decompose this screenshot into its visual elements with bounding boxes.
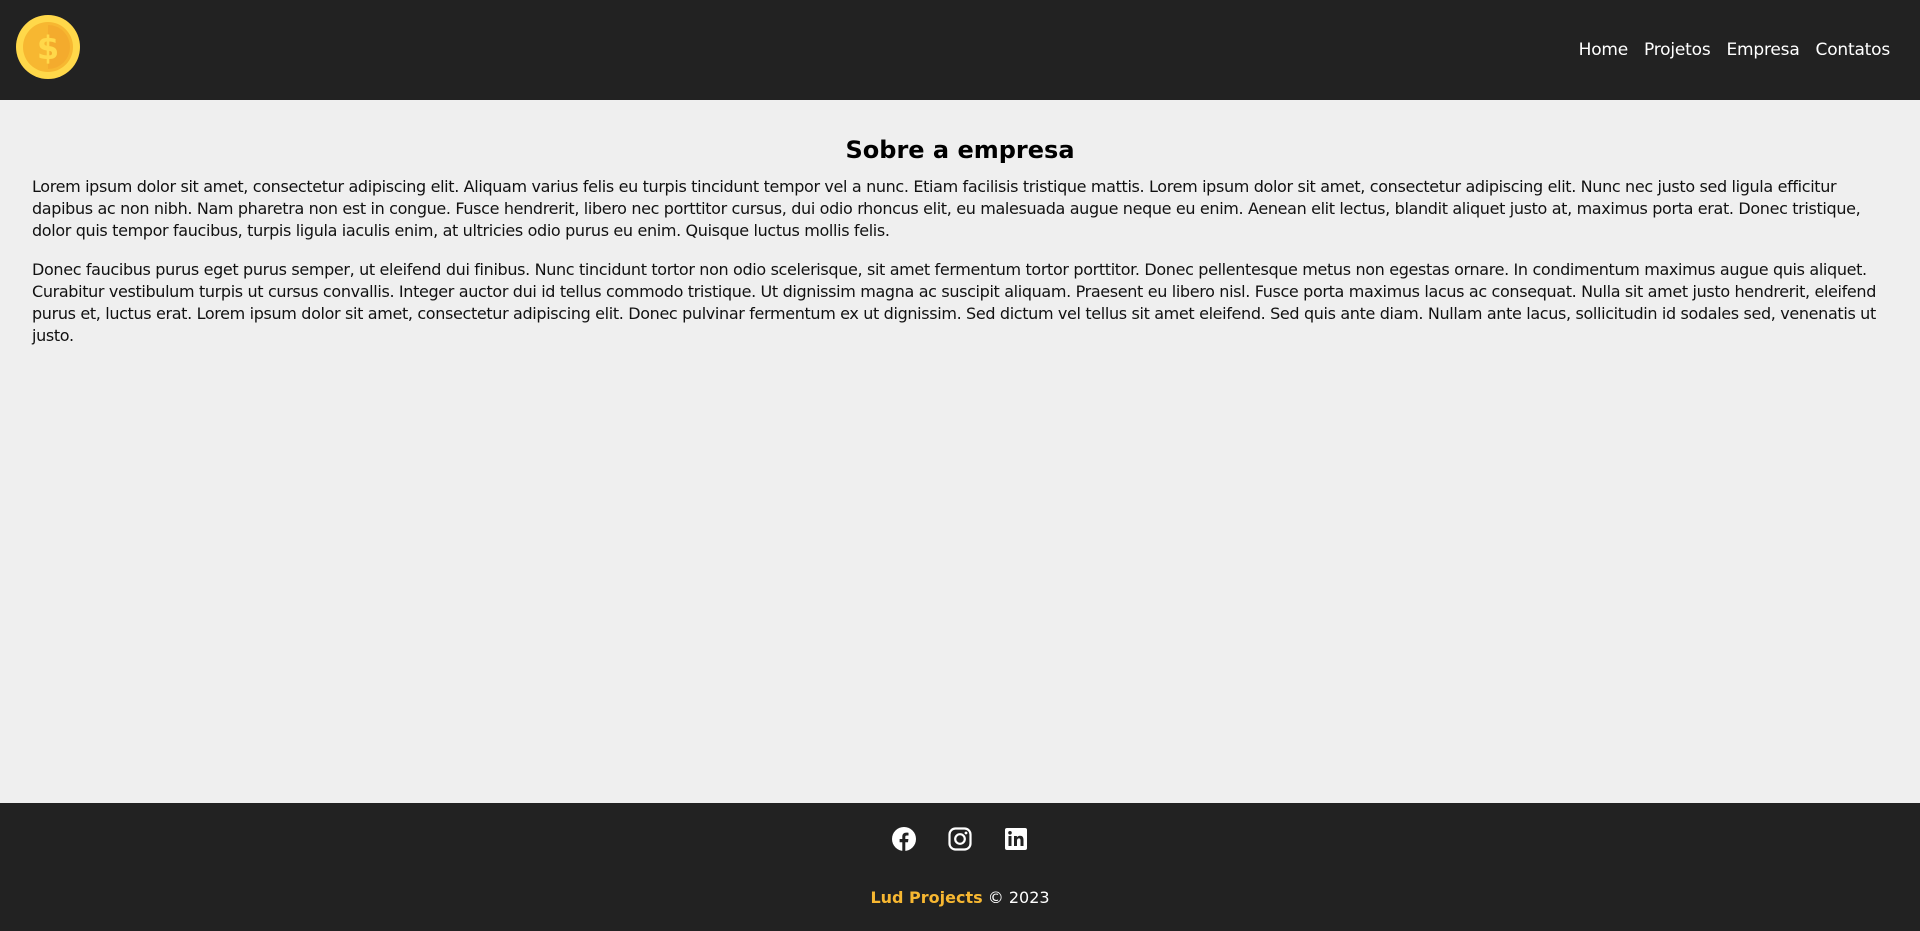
facebook-icon[interactable]	[892, 827, 916, 851]
social-links	[0, 827, 1920, 851]
nav-link-empresa[interactable]: Empresa	[1727, 40, 1800, 60]
main-nav: Home Projetos Empresa Contatos	[1579, 0, 1891, 100]
nav-link-projetos[interactable]: Projetos	[1644, 40, 1711, 60]
site-footer: Lud Projects © 2023	[0, 803, 1920, 931]
page-title: Sobre a empresa	[845, 136, 1075, 164]
svg-text:$: $	[37, 29, 59, 67]
instagram-icon[interactable]	[948, 827, 972, 851]
paragraph-1: Lorem ipsum dolor sit amet, consectetur …	[32, 177, 1861, 240]
linkedin-icon[interactable]	[1004, 827, 1028, 851]
dollar-coin-icon[interactable]: $	[16, 15, 80, 79]
paragraph-2: Donec faucibus purus eget purus semper, …	[32, 260, 1877, 345]
nav-link-contatos[interactable]: Contatos	[1816, 40, 1891, 60]
site-header: $ Home Projetos Empresa Contatos	[0, 0, 1920, 100]
nav-link-home[interactable]: Home	[1579, 40, 1629, 60]
main-content: Sobre a empresa Lorem ipsum dolor sit am…	[0, 100, 1920, 803]
brand-name: Lud Projects	[870, 888, 983, 907]
copyright-year: © 2023	[987, 888, 1050, 907]
copyright: Lud Projects © 2023	[0, 888, 1920, 907]
